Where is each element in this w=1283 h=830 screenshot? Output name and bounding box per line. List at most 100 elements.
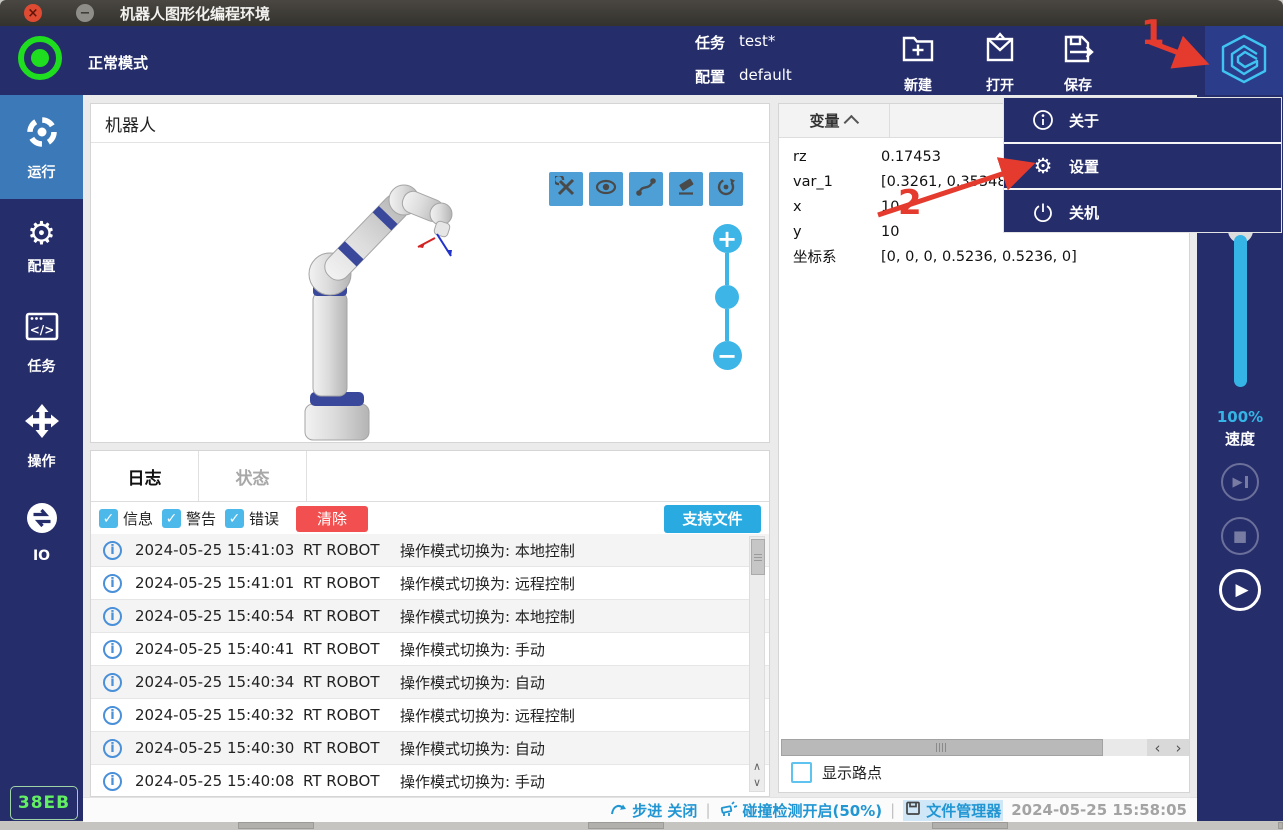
menu-settings-label: 设置	[1069, 156, 1099, 177]
sidebar-item-config[interactable]: ⚙ 配置	[0, 199, 83, 294]
new-button-label: 新建	[904, 75, 932, 95]
variables-header-cell[interactable]: 变量	[779, 104, 890, 137]
log-row[interactable]: i 2024-05-25 15:40:32 RT ROBOT 操作模式切换为: …	[91, 699, 769, 732]
eraser-icon	[675, 176, 697, 202]
status-divider: |	[890, 801, 895, 819]
log-row[interactable]: i 2024-05-25 15:40:30 RT ROBOT 操作模式切换为: …	[91, 732, 769, 765]
collapse-chevron-icon	[843, 115, 859, 131]
log-source: RT ROBOT	[303, 739, 400, 757]
scroll-left-icon[interactable]: ‹	[1147, 739, 1168, 756]
erase-button[interactable]	[669, 172, 703, 206]
scroll-up-icon[interactable]: ∧	[750, 758, 764, 774]
path-button[interactable]	[629, 172, 663, 206]
check-icon: ✓	[162, 509, 181, 528]
background-window-fragment	[588, 822, 664, 829]
file-manager-button[interactable]: 文件管理器	[903, 800, 1003, 821]
window-minimize-button[interactable]: −	[76, 4, 94, 22]
log-source: RT ROBOT	[303, 640, 400, 658]
minimize-icon: −	[80, 7, 91, 20]
background-window-fragment	[1278, 822, 1283, 829]
zoom-track-upper[interactable]	[725, 253, 729, 285]
log-message: 操作模式切换为: 自动	[400, 738, 545, 759]
log-time: 2024-05-25 15:40:30	[135, 739, 303, 757]
filter-info-checkbox[interactable]: ✓ 信息	[99, 508, 153, 529]
filter-error-checkbox[interactable]: ✓ 错误	[225, 508, 279, 529]
log-scrollbar[interactable]: ∧ ∨	[749, 536, 765, 792]
menu-item-settings[interactable]: ⚙ 设置	[1004, 142, 1281, 188]
step-mode-toggle[interactable]: 步进 关闭	[610, 800, 697, 821]
log-tabs: 日志 状态	[91, 451, 769, 502]
robot-panel-title: 机器人	[91, 104, 769, 143]
filter-info-label: 信息	[123, 508, 153, 529]
tab-status[interactable]: 状态	[199, 451, 307, 501]
run-target-icon	[23, 113, 61, 155]
window-close-button[interactable]: ×	[24, 4, 42, 22]
collision-robot-icon	[719, 800, 738, 821]
log-row[interactable]: i 2024-05-25 15:40:08 RT ROBOT 操作模式切换为: …	[91, 765, 769, 792]
sidebar-item-task[interactable]: </> 任务	[0, 294, 83, 389]
filter-warning-checkbox[interactable]: ✓ 警告	[162, 508, 216, 529]
code-window-icon: </>	[23, 307, 61, 349]
stop-button[interactable]: ■	[1221, 517, 1259, 555]
zoom-slider-handle[interactable]	[715, 285, 739, 309]
check-icon: ✓	[99, 509, 118, 528]
log-row[interactable]: i 2024-05-25 15:40:54 RT ROBOT 操作模式切换为: …	[91, 600, 769, 633]
log-filter-row: ✓ 信息 ✓ 警告 ✓ 错误 清除 支持文件	[91, 502, 769, 535]
power-icon	[1031, 201, 1055, 223]
move-arrows-icon	[23, 402, 61, 444]
step-forward-button[interactable]: ▶	[1221, 463, 1259, 501]
new-task-button[interactable]: 新建	[882, 30, 954, 95]
robot-3d-panel: 机器人	[90, 103, 770, 443]
open-task-button[interactable]: 打开	[964, 30, 1036, 95]
log-row[interactable]: i 2024-05-25 15:40:34 RT ROBOT 操作模式切换为: …	[91, 666, 769, 699]
support-file-button[interactable]: 支持文件	[664, 505, 761, 533]
variables-header-label: 变量	[809, 110, 839, 131]
sidebar-item-io[interactable]: IO	[0, 484, 83, 579]
app-menu-button[interactable]	[1205, 26, 1283, 95]
info-icon: i	[103, 574, 122, 593]
play-icon: ▶	[1235, 580, 1248, 600]
log-row[interactable]: i 2024-05-25 15:40:41 RT ROBOT 操作模式切换为: …	[91, 633, 769, 666]
rotate-view-button[interactable]	[709, 172, 743, 206]
collision-detection-toggle[interactable]: 碰撞检测开启(50%)	[719, 800, 883, 821]
stop-icon: ■	[1233, 527, 1247, 545]
speed-slider-track[interactable]	[1234, 235, 1247, 387]
zoom-out-button[interactable]: −	[713, 341, 742, 370]
scroll-down-icon[interactable]: ∨	[750, 774, 764, 790]
log-source: RT ROBOT	[303, 772, 400, 790]
variables-horizontal-scrollbar[interactable]: ‹ ›	[781, 739, 1189, 756]
collision-detection-label: 碰撞检测开启(50%)	[743, 800, 883, 821]
config-row: 配置 default	[695, 66, 792, 87]
tab-log[interactable]: 日志	[91, 451, 199, 501]
play-button[interactable]: ▶	[1219, 569, 1261, 611]
log-row[interactable]: i 2024-05-25 15:41:03 RT ROBOT 操作模式切换为: …	[91, 534, 769, 567]
menu-item-shutdown[interactable]: 关机	[1004, 188, 1281, 234]
info-icon: i	[103, 772, 122, 791]
tools-button[interactable]	[549, 172, 583, 206]
check-icon: ✓	[225, 509, 244, 528]
sidebar-item-run[interactable]: 运行	[0, 95, 83, 199]
sidebar-item-operate[interactable]: 操作	[0, 389, 83, 484]
svg-text:</>: </>	[29, 323, 54, 337]
zoom-in-button[interactable]: +	[713, 224, 742, 253]
scroll-right-icon[interactable]: ›	[1168, 739, 1189, 756]
status-divider: |	[705, 801, 710, 819]
log-time: 2024-05-25 15:41:03	[135, 541, 303, 559]
show-waypoints-label: 显示路点	[822, 762, 882, 783]
log-scrollbar-thumb[interactable]	[751, 539, 765, 575]
menu-about-label: 关于	[1069, 110, 1099, 131]
save-task-button[interactable]: 保存	[1042, 30, 1114, 95]
menu-item-about[interactable]: 关于	[1004, 98, 1281, 142]
zoom-track-lower[interactable]	[725, 309, 729, 341]
hscroll-thumb[interactable]	[781, 739, 1103, 756]
show-waypoints-checkbox[interactable]: 显示路点	[791, 762, 882, 783]
log-list: i 2024-05-25 15:41:03 RT ROBOT 操作模式切换为: …	[91, 534, 769, 792]
background-window-fragment	[238, 822, 314, 829]
visibility-button[interactable]	[589, 172, 623, 206]
log-row[interactable]: i 2024-05-25 15:41:01 RT ROBOT 操作模式切换为: …	[91, 567, 769, 600]
log-message: 操作模式切换为: 自动	[400, 672, 545, 693]
clear-log-button[interactable]: 清除	[296, 506, 368, 532]
log-message: 操作模式切换为: 远程控制	[400, 573, 575, 594]
variable-name: rz	[779, 149, 881, 165]
variable-name: var_1	[779, 174, 881, 190]
